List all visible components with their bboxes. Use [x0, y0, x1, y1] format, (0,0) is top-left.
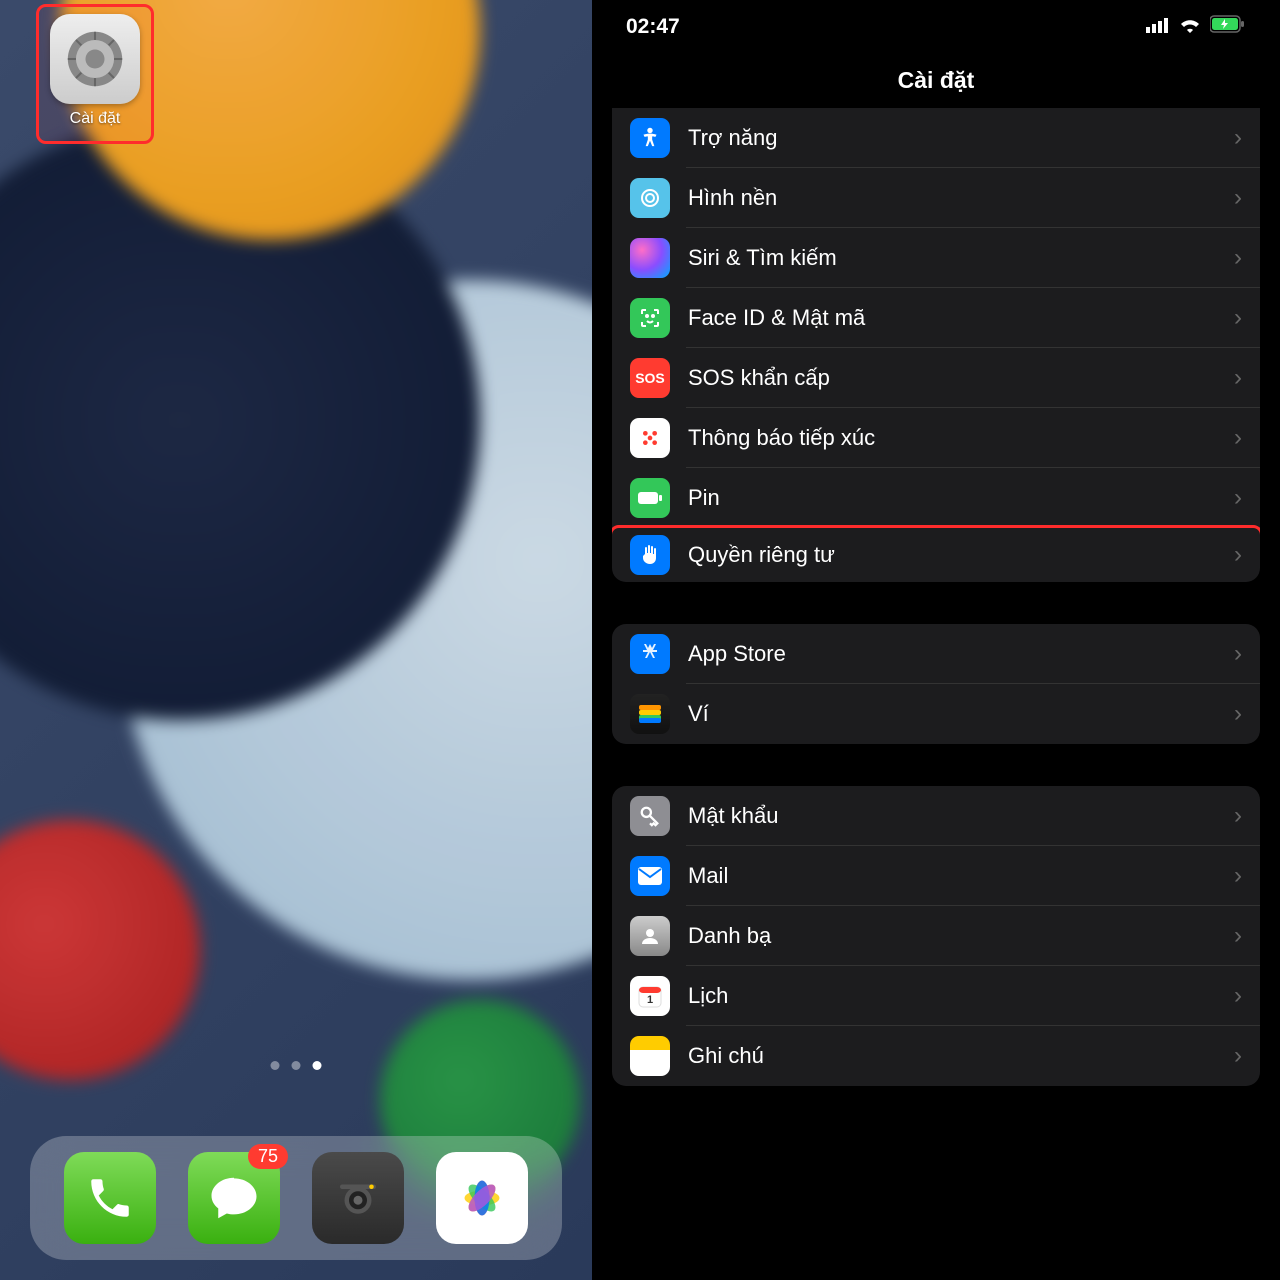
row-label: SOS khẩn cấp [688, 365, 1234, 391]
settings-group-1: Trợ năng › Hình nền › Siri & Tìm kiếm › … [612, 108, 1260, 582]
row-wallpaper[interactable]: Hình nền › [612, 168, 1260, 228]
settings-group-3: Mật khẩu › Mail › Danh bạ › 1 Lịch › Ghi… [612, 786, 1260, 1086]
status-time: 02:47 [626, 15, 680, 39]
accessibility-icon [630, 118, 670, 158]
row-label: Pin [688, 485, 1234, 511]
chevron-right-icon: › [1234, 244, 1260, 272]
appstore-icon [630, 634, 670, 674]
wallet-icon [630, 694, 670, 734]
settings-panel: 02:47 Cài đặt Trợ năng › Hình nền › Siri… [592, 0, 1280, 1280]
row-contacts[interactable]: Danh bạ › [612, 906, 1260, 966]
chevron-right-icon: › [1234, 700, 1260, 728]
row-label: Hình nền [688, 185, 1234, 211]
chevron-right-icon: › [1234, 862, 1260, 890]
camera-app[interactable] [312, 1152, 404, 1244]
page-dot [271, 1061, 280, 1070]
chevron-right-icon: › [1234, 184, 1260, 212]
chevron-right-icon: › [1234, 802, 1260, 830]
settings-app[interactable]: Cài đặt [50, 14, 140, 128]
sos-icon: SOS [630, 358, 670, 398]
mail-icon [630, 856, 670, 896]
row-label: Siri & Tìm kiếm [688, 245, 1234, 271]
cellular-icon [1146, 15, 1170, 39]
row-label: Danh bạ [688, 923, 1234, 949]
chevron-right-icon: › [1234, 304, 1260, 332]
settings-group-2: App Store › Ví › [612, 624, 1260, 744]
chevron-right-icon: › [1234, 640, 1260, 668]
row-label: Ghi chú [688, 1043, 1234, 1069]
row-faceid[interactable]: Face ID & Mật mã › [612, 288, 1260, 348]
row-siri[interactable]: Siri & Tìm kiếm › [612, 228, 1260, 288]
battery-row-icon [630, 478, 670, 518]
chevron-right-icon: › [1234, 424, 1260, 452]
page-dot-active [313, 1061, 322, 1070]
exposure-icon [630, 418, 670, 458]
chevron-right-icon: › [1234, 124, 1260, 152]
chevron-right-icon: › [1234, 922, 1260, 950]
row-passwords[interactable]: Mật khẩu › [612, 786, 1260, 846]
phone-app[interactable] [64, 1152, 156, 1244]
homescreen-panel: Cài đặt 75 [0, 0, 592, 1280]
row-accessibility[interactable]: Trợ năng › [612, 108, 1260, 168]
settings-list[interactable]: Trợ năng › Hình nền › Siri & Tìm kiếm › … [592, 108, 1280, 1086]
key-icon [630, 796, 670, 836]
svg-text:1: 1 [647, 994, 653, 1006]
battery-icon [1210, 15, 1246, 39]
notes-icon [630, 1036, 670, 1076]
faceid-icon [630, 298, 670, 338]
row-exposure[interactable]: Thông báo tiếp xúc › [612, 408, 1260, 468]
row-privacy[interactable]: Quyền riêng tư › [612, 525, 1260, 582]
calendar-icon: 1 [630, 976, 670, 1016]
row-label: Trợ năng [688, 125, 1234, 151]
row-label: Lịch [688, 983, 1234, 1009]
messages-app[interactable]: 75 [188, 1152, 280, 1244]
messages-badge: 75 [248, 1144, 288, 1169]
wallpaper-icon [630, 178, 670, 218]
status-bar: 02:47 [592, 0, 1280, 54]
photos-app[interactable] [436, 1152, 528, 1244]
row-label: Mật khẩu [688, 803, 1234, 829]
siri-icon [630, 238, 670, 278]
wifi-icon [1178, 15, 1202, 39]
row-mail[interactable]: Mail › [612, 846, 1260, 906]
page-dot [292, 1061, 301, 1070]
chevron-right-icon: › [1234, 1042, 1260, 1070]
row-notes[interactable]: Ghi chú › [612, 1026, 1260, 1086]
settings-app-label: Cài đặt [50, 110, 140, 128]
row-appstore[interactable]: App Store › [612, 624, 1260, 684]
row-wallet[interactable]: Ví › [612, 684, 1260, 744]
chevron-right-icon: › [1234, 364, 1260, 392]
row-label: Face ID & Mật mã [688, 305, 1234, 331]
chevron-right-icon: › [1234, 484, 1260, 512]
row-label: Ví [688, 701, 1234, 727]
chevron-right-icon: › [1234, 541, 1260, 569]
row-label: Thông báo tiếp xúc [688, 425, 1234, 451]
wallpaper [0, 0, 592, 1280]
contacts-icon [630, 916, 670, 956]
row-label: Quyền riêng tư [688, 542, 1234, 568]
privacy-hand-icon [630, 535, 670, 575]
row-label: Mail [688, 863, 1234, 889]
row-label: App Store [688, 641, 1234, 667]
dock: 75 [30, 1136, 562, 1260]
nav-title: Cài đặt [592, 54, 1280, 114]
row-calendar[interactable]: 1 Lịch › [612, 966, 1260, 1026]
row-battery[interactable]: Pin › [612, 468, 1260, 528]
gear-icon [50, 14, 140, 104]
row-sos[interactable]: SOS SOS khẩn cấp › [612, 348, 1260, 408]
chevron-right-icon: › [1234, 982, 1260, 1010]
page-indicator[interactable] [271, 1061, 322, 1070]
